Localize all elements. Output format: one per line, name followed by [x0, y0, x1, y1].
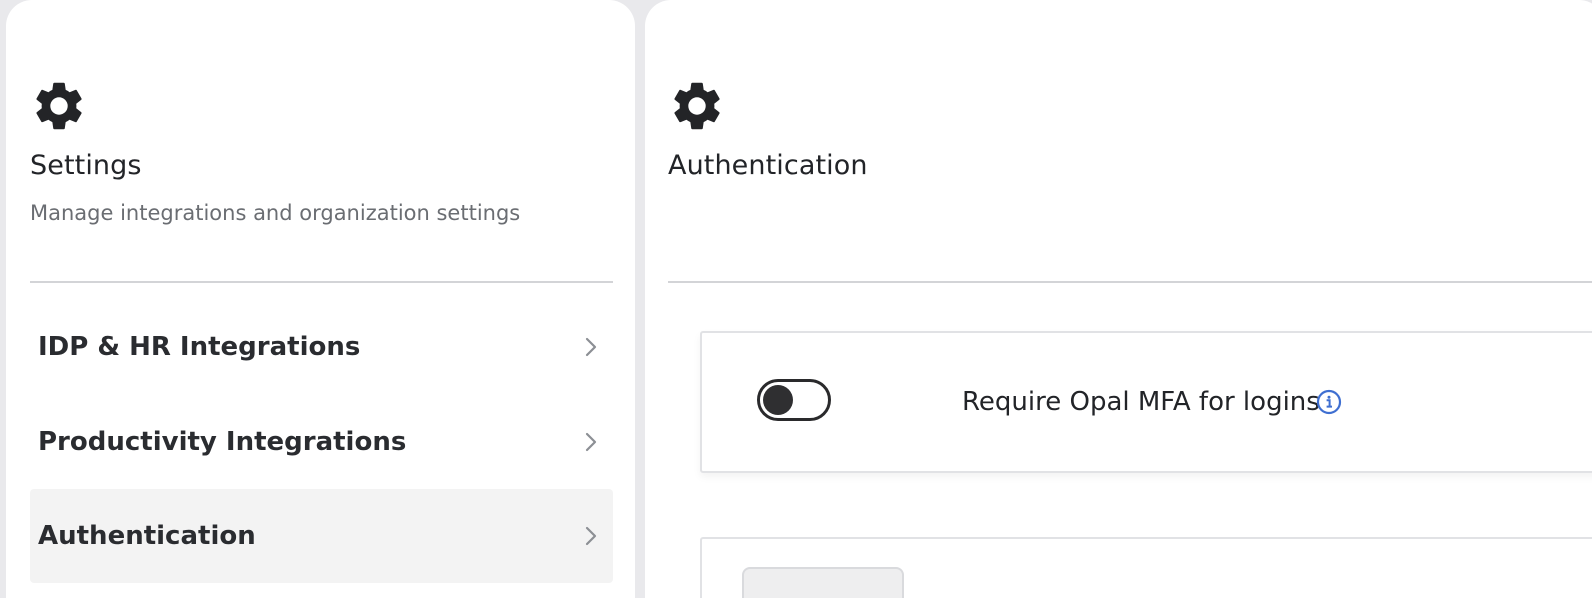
- sidebar-item-authentication[interactable]: Authentication: [30, 489, 613, 583]
- sidebar-item-label: IDP & HR Integrations: [38, 332, 361, 362]
- settings-page: Settings Manage integrations and organiz…: [0, 0, 1592, 598]
- setting-card: [700, 537, 1592, 598]
- settings-sidebar-panel: Settings Manage integrations and organiz…: [6, 0, 635, 598]
- sidebar-title: Settings: [30, 150, 142, 181]
- main-divider: [668, 281, 1592, 283]
- info-icon[interactable]: [1316, 389, 1342, 415]
- chevron-right-icon: [583, 431, 599, 453]
- sidebar-item-idp-hr-integrations[interactable]: IDP & HR Integrations: [30, 300, 613, 394]
- sidebar-item-label: Productivity Integrations: [38, 427, 407, 457]
- sidebar-divider: [30, 281, 613, 283]
- gear-icon: [668, 77, 726, 135]
- authentication-panel: Authentication Require Opal MFA for logi…: [645, 0, 1592, 598]
- chevron-right-icon: [583, 525, 599, 547]
- mfa-setting-label: Require Opal MFA for logins: [962, 387, 1320, 417]
- page-title: Authentication: [668, 150, 868, 181]
- mfa-setting-card: Require Opal MFA for logins: [700, 331, 1592, 473]
- mfa-toggle[interactable]: [757, 379, 831, 421]
- chevron-right-icon: [583, 336, 599, 358]
- sidebar-item-label: Authentication: [38, 521, 256, 551]
- toggle-knob: [763, 385, 793, 415]
- gear-icon: [30, 77, 88, 135]
- sidebar-item-productivity-integrations[interactable]: Productivity Integrations: [30, 395, 613, 489]
- setting-control[interactable]: [742, 567, 904, 598]
- sidebar-subtitle: Manage integrations and organization set…: [30, 201, 521, 225]
